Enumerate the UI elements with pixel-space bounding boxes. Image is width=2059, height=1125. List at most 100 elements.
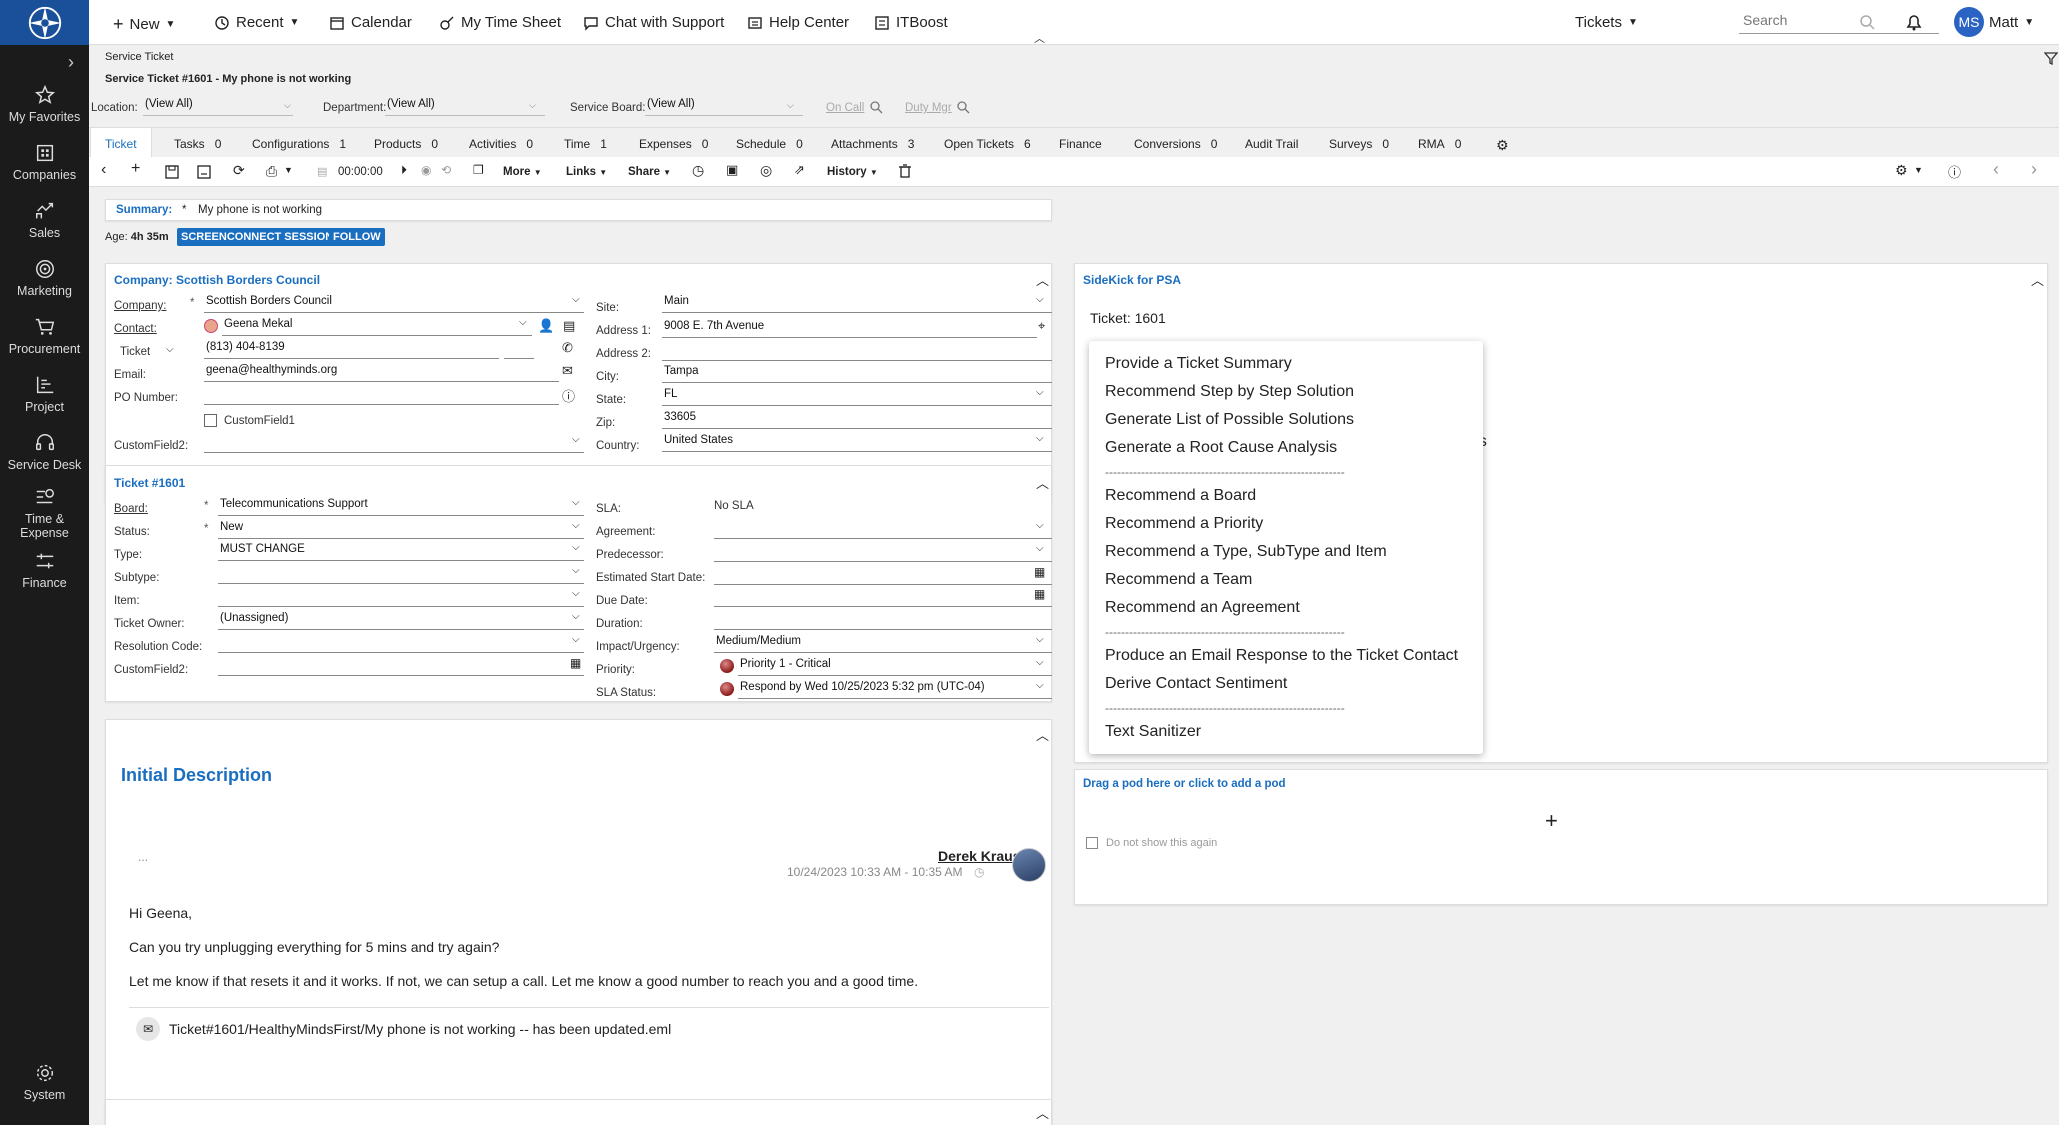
chevron-down-icon[interactable]: ⌵: [572, 497, 580, 508]
links-menu[interactable]: Links ▼: [566, 166, 607, 178]
menu-item-possible-solutions[interactable]: Generate List of Possible Solutions: [1105, 411, 1354, 429]
service-board-select[interactable]: (View All): [645, 98, 803, 116]
nav-finance[interactable]: Finance: [0, 550, 89, 590]
nav-service-desk[interactable]: Service Desk: [0, 432, 89, 472]
calendar-icon[interactable]: ▦: [570, 656, 581, 670]
po-number-field[interactable]: [204, 387, 559, 405]
contact-select[interactable]: Geena Mekal: [222, 318, 532, 336]
duration-field[interactable]: [714, 612, 1052, 630]
tab-attachments[interactable]: Attachments 3: [831, 137, 914, 151]
menu-item-recommend-board[interactable]: Recommend a Board: [1105, 487, 1256, 505]
location-select[interactable]: (View All): [143, 98, 293, 116]
recent-menu[interactable]: Recent ▼: [214, 14, 299, 31]
app-logo[interactable]: [0, 0, 89, 45]
attachment-link[interactable]: Ticket#1601/HealthyMindsFirst/My phone i…: [169, 1021, 671, 1037]
calendar-icon[interactable]: ▦: [1034, 565, 1045, 579]
sla-status-select[interactable]: Respond by Wed 10/25/2023 5:32 pm (UTC-0…: [738, 681, 1052, 699]
breadcrumb[interactable]: Service Ticket: [105, 51, 173, 63]
chevron-down-icon[interactable]: ⌵: [572, 294, 580, 305]
time-sheet-link[interactable]: My Time Sheet: [439, 14, 561, 31]
chevron-down-icon[interactable]: ⌵: [1036, 634, 1044, 645]
chevron-down-icon[interactable]: ⌵: [572, 520, 580, 531]
item-select[interactable]: [218, 589, 584, 607]
collapse-panel-icon[interactable]: ︿: [2031, 270, 2044, 289]
tab-activities[interactable]: Activities 0: [469, 137, 533, 151]
chevron-down-icon[interactable]: ⌵: [1036, 657, 1044, 668]
menu-item-recommend-team[interactable]: Recommend a Team: [1105, 571, 1252, 589]
nav-system[interactable]: System: [0, 1062, 89, 1102]
info-icon[interactable]: ⓘ: [562, 386, 575, 405]
chevron-down-icon[interactable]: ⌵: [572, 611, 580, 622]
tab-conversions[interactable]: Conversions 0: [1134, 137, 1217, 151]
screen-icon[interactable]: ▣: [726, 162, 738, 178]
next-record-icon[interactable]: ›: [2031, 159, 2037, 180]
more-menu[interactable]: More ▼: [503, 166, 542, 178]
chevron-down-icon[interactable]: ▼: [284, 165, 293, 175]
screenconnect-button[interactable]: SCREENCONNECT SESSION: [177, 228, 338, 246]
envelope-icon[interactable]: ✉: [562, 363, 573, 379]
nav-procurement[interactable]: Procurement: [0, 316, 89, 356]
chevron-down-icon[interactable]: ⌵: [572, 565, 580, 576]
phone-type-select[interactable]: Ticket: [120, 346, 150, 358]
summary-field[interactable]: Summary: * My phone is not working: [105, 199, 1052, 221]
do-not-show-checkbox[interactable]: [1086, 837, 1098, 849]
history-menu[interactable]: History ▼: [827, 166, 878, 178]
chevron-down-icon[interactable]: ⌵: [1036, 433, 1044, 444]
chevron-down-icon[interactable]: ⌵: [166, 344, 174, 355]
chat-support-link[interactable]: Chat with Support: [583, 14, 724, 31]
nav-marketing[interactable]: Marketing: [0, 258, 89, 298]
chevron-down-icon[interactable]: ⌵: [1036, 680, 1044, 691]
follow-button[interactable]: FOLLOW: [329, 228, 385, 246]
chevron-down-icon[interactable]: ⌵: [1036, 543, 1044, 554]
subtype-select[interactable]: [218, 566, 584, 584]
calendar-icon[interactable]: ▦: [1034, 587, 1045, 601]
tab-surveys[interactable]: Surveys 0: [1329, 137, 1389, 151]
tab-tasks[interactable]: Tasks 0: [174, 137, 221, 151]
site-select[interactable]: Main: [662, 295, 1052, 313]
phone-ext-field[interactable]: [504, 341, 534, 359]
collapse-panel-icon[interactable]: ︿: [1036, 1103, 1049, 1122]
chat-icon[interactable]: ▤: [563, 318, 575, 334]
priority-select[interactable]: Priority 1 - Critical: [738, 658, 1052, 676]
bell-icon[interactable]: [1905, 12, 1923, 32]
tab-finance[interactable]: Finance: [1059, 137, 1102, 151]
menu-item-step-solution[interactable]: Recommend Step by Step Solution: [1105, 383, 1354, 401]
tab-time[interactable]: Time 1: [564, 137, 607, 151]
customfield2-select[interactable]: [204, 435, 584, 453]
help-icon[interactable]: ⓘ: [1948, 162, 1961, 181]
predecessor-select[interactable]: [714, 544, 1052, 562]
menu-item-contact-sentiment[interactable]: Derive Contact Sentiment: [1105, 675, 1287, 693]
trash-icon[interactable]: [899, 164, 911, 178]
more-options-icon[interactable]: ...: [138, 850, 148, 864]
impact-urgency-select[interactable]: Medium/Medium: [714, 635, 1052, 653]
settings-gear-icon[interactable]: ⚙: [1895, 162, 1908, 179]
share-menu[interactable]: Share ▼: [628, 166, 671, 178]
copy-icon[interactable]: ❐: [473, 163, 484, 177]
tab-products[interactable]: Products 0: [374, 137, 438, 151]
nav-companies[interactable]: Companies: [0, 142, 89, 182]
calendar-link[interactable]: Calendar: [329, 14, 412, 31]
print-icon[interactable]: ⎙: [266, 163, 277, 180]
avatar[interactable]: MS: [1954, 7, 1984, 37]
collapse-header-icon[interactable]: ︿: [1034, 30, 1045, 46]
menu-item-recommend-priority[interactable]: Recommend a Priority: [1105, 515, 1263, 533]
search-scope-select[interactable]: Tickets ▼: [1575, 14, 1638, 31]
nav-sales[interactable]: Sales: [0, 200, 89, 240]
chevron-down-icon[interactable]: ⌵: [1036, 387, 1044, 398]
search-icon[interactable]: [956, 100, 970, 114]
country-select[interactable]: United States: [662, 434, 1052, 452]
prev-record-icon[interactable]: ‹: [1993, 159, 1999, 180]
chevron-down-icon[interactable]: ⌵: [572, 434, 580, 445]
email-field[interactable]: geena@healthyminds.org: [204, 364, 559, 382]
board-select[interactable]: Telecommunications Support: [218, 498, 584, 516]
tab-expenses[interactable]: Expenses 0: [639, 137, 708, 151]
save-icon[interactable]: [165, 165, 179, 179]
chevron-down-icon[interactable]: ⌵: [572, 634, 580, 645]
add-pod-link[interactable]: Drag a pod here or click to add a pod: [1083, 778, 1286, 790]
menu-item-ticket-summary[interactable]: Provide a Ticket Summary: [1105, 355, 1292, 373]
chevron-down-icon[interactable]: ▼: [1914, 165, 1923, 175]
tab-open-tickets[interactable]: Open Tickets 6: [944, 137, 1031, 151]
save-close-icon[interactable]: [197, 165, 211, 179]
phone-icon[interactable]: ✆: [562, 340, 573, 356]
tab-schedule[interactable]: Schedule 0: [736, 137, 803, 151]
